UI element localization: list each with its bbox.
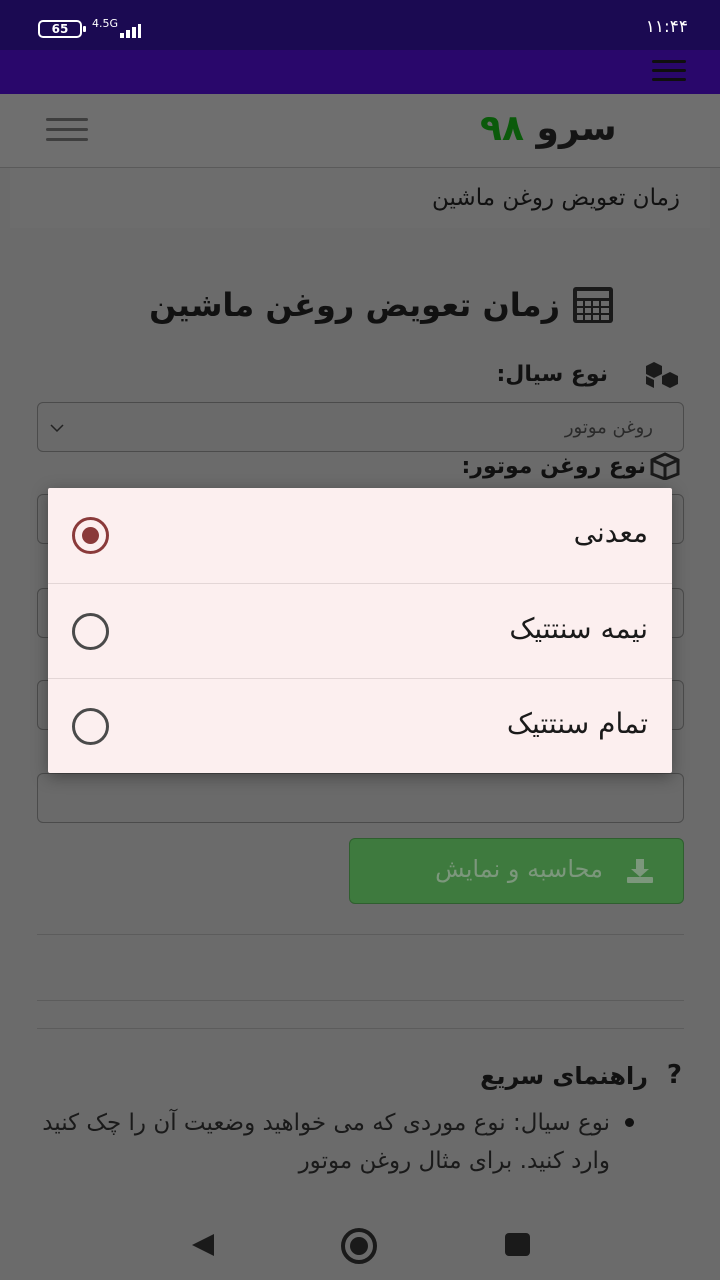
guide-item: نوع سیال: نوع موردی که می خواهید وضعیت آ… [42,1110,610,1174]
breadcrumb: زمان تعویض روغن ماشین [10,168,710,228]
calculator-icon [573,287,613,323]
question-icon: ? [666,1060,682,1090]
status-time: ۱۱:۴۴ [645,17,688,37]
radio-unselected[interactable] [72,613,109,650]
option-semi-synthetic[interactable]: نیمه سنتتیک [48,583,672,678]
site-logo[interactable]: سرو ۹۸ [480,108,617,149]
cubes-icon [646,362,678,388]
radio-selected[interactable] [72,517,109,554]
battery-indicator: 65 [38,20,86,38]
home-icon[interactable] [340,1227,378,1265]
chevron-down-icon [50,424,64,433]
menu-icon[interactable] [46,118,88,142]
option-full-synthetic[interactable]: تمام سنتتیک [48,678,672,773]
calculate-button[interactable]: محاسبه و نمایش [349,838,684,904]
signal-icon [102,20,141,38]
divider [37,934,684,935]
back-icon[interactable] [190,1232,216,1258]
fluid-type-select[interactable]: روغن موتور [37,402,684,452]
oil-type-dialog: معدنی نیمه سنتتیک تمام سنتتیک [48,488,672,773]
guide-title: راهنمای سریع [480,1062,648,1090]
divider [37,1000,684,1001]
radio-unselected[interactable] [72,708,109,745]
oil-type-label: نوع روغن موتور: [461,454,647,479]
download-icon [627,859,653,883]
cube-icon [650,452,680,480]
option-mineral[interactable]: معدنی [48,488,672,583]
bullet-icon [625,1118,634,1127]
browser-menu-icon[interactable] [652,60,686,82]
divider [37,1028,684,1029]
status-bar: 65 4.5G ۱۱:۴۴ [0,0,720,50]
app-bar [0,50,720,94]
form-field-5[interactable] [37,773,684,823]
recent-apps-icon[interactable] [505,1233,530,1256]
page-title: زمان تعویض روغن ماشین [149,286,560,324]
fluid-type-label: نوع سیال: [496,362,608,387]
